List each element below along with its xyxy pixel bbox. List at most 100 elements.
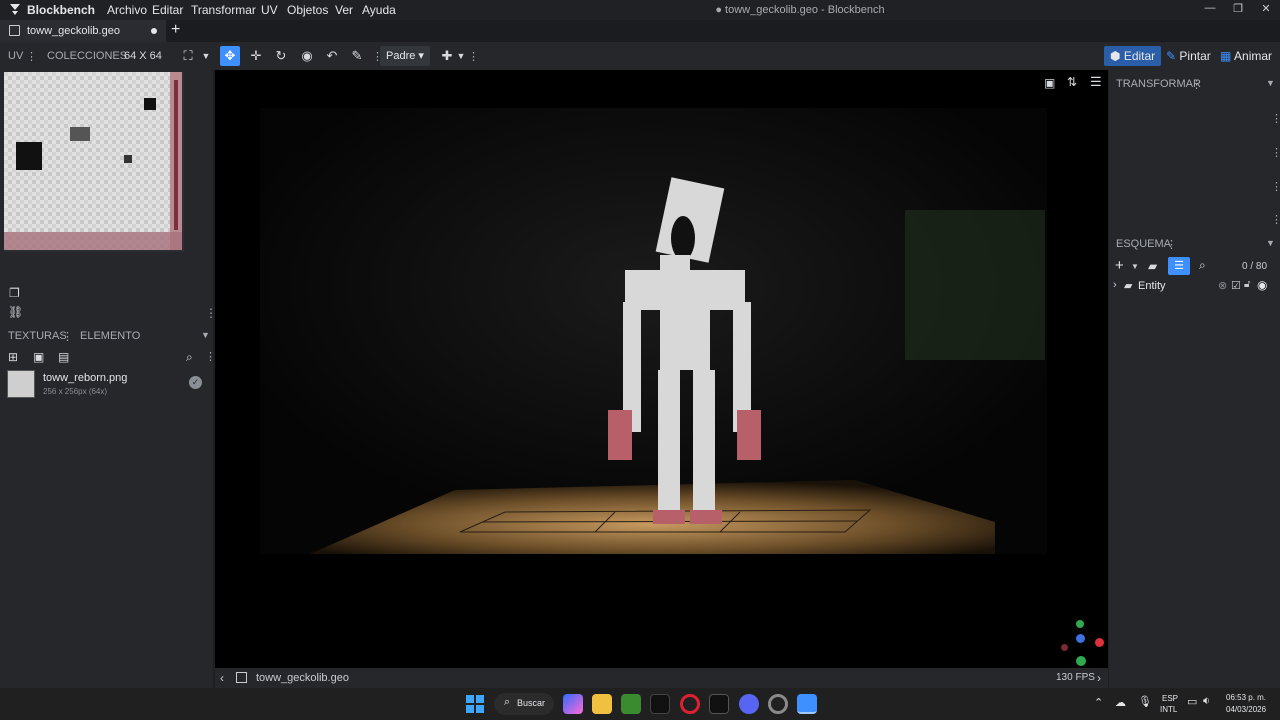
chevron-down-icon[interactable]: ▼ [196, 46, 216, 66]
gizmo-neg-y-dot-icon[interactable] [1076, 656, 1086, 666]
gizmo-neg-x-dot-icon[interactable] [1061, 644, 1068, 651]
toolbar-more-icon-2[interactable]: ⋮ [468, 50, 479, 63]
menu-uv[interactable]: UV [261, 3, 278, 17]
menu-archivo[interactable]: Archivo [107, 3, 147, 17]
transform-more-icon-4[interactable]: ⋮ [1271, 213, 1280, 226]
uv-menu-icon[interactable]: ⋮ [26, 50, 37, 63]
texture-saved-check-icon[interactable]: ✓ [189, 376, 202, 389]
model-file-icon-status [236, 672, 247, 683]
tiktok-icon[interactable] [650, 694, 670, 714]
chrome-icon[interactable] [768, 694, 788, 714]
taskbar-search[interactable]: ⌕ Buscar [494, 693, 554, 715]
outliner-menu-icon[interactable]: ⋮ [1166, 238, 1177, 251]
windows-start-icon[interactable] [465, 694, 485, 714]
outliner-item-entity[interactable]: › ▰ Entity ⊗ ☑ 🔓︎ ◉ [1109, 278, 1280, 296]
tab-element[interactable]: ELEMENTO [80, 330, 140, 342]
texture-name: toww_reborn.png [43, 372, 128, 384]
link-icon[interactable]: ⛓ [8, 305, 23, 319]
chevron-left-icon[interactable]: ‹ [220, 671, 224, 685]
vertex-snap-icon[interactable]: ↶ [322, 46, 342, 66]
mode-paint-button[interactable]: ✎ Pintar [1160, 46, 1217, 66]
transform-more-icon-1[interactable]: ⋮ [1271, 112, 1280, 125]
menu-ayuda[interactable]: Ayuda [362, 3, 396, 17]
outliner-collapse-icon[interactable]: ▼ [1266, 238, 1275, 248]
language-top[interactable]: ESP [1162, 694, 1178, 703]
copy-icon[interactable]: ❐ [9, 286, 20, 300]
transform-collapse-icon[interactable]: ▼ [1266, 78, 1275, 88]
outliner-item-label: Entity [1138, 280, 1166, 292]
show-hidden-icons-chevron-icon[interactable]: ⌃ [1094, 696, 1103, 709]
brush-icon[interactable]: ✎ [347, 46, 367, 66]
network-icon[interactable]: ▭ [1187, 695, 1197, 708]
outliner-search-icon[interactable]: ⌕ [1199, 258, 1206, 273]
onedrive-cloud-icon[interactable]: ☁ [1115, 696, 1126, 709]
copilot-icon[interactable] [563, 694, 583, 714]
export-toggle-icon[interactable]: ⊗ [1218, 279, 1227, 292]
microphone-icon[interactable]: 🎙︎ [1138, 695, 1152, 708]
clock-time[interactable]: 06:53 p. m. [1226, 693, 1266, 702]
minecraft-icon[interactable] [621, 694, 641, 714]
blockbench-taskbar-icon[interactable] [797, 694, 817, 714]
mode-edit-button[interactable]: ⬢ Editar [1104, 46, 1162, 66]
clock-date[interactable]: 04/03/2026 [1226, 705, 1266, 714]
textures-menu-icon[interactable]: ⋮ [62, 330, 73, 343]
pivot-icon[interactable]: ◉ [297, 46, 317, 66]
taskbar-search-icon: ⌕ [504, 696, 511, 708]
texture-list-item[interactable]: toww_reborn.png 256 x 256px (64x) ✓ [0, 368, 213, 398]
menu-objetos[interactable]: Objetos [287, 3, 328, 17]
file-explorer-icon[interactable] [592, 694, 612, 714]
maximize-icon[interactable]: ❐ [1230, 2, 1246, 16]
add-element-icon[interactable]: + [1115, 257, 1124, 274]
orientation-gizmo[interactable] [1055, 618, 1105, 668]
visibility-check-icon[interactable]: ☑ [1231, 279, 1241, 292]
viewport-menu-icon[interactable]: ☰ [1090, 74, 1102, 90]
edit-mode-label: Editar [1123, 49, 1156, 63]
toggle-outliner-view-icon[interactable]: ☰ [1168, 257, 1190, 275]
expand-chevron-icon[interactable]: › [1113, 279, 1117, 291]
3d-viewport[interactable]: ▣ ⇅ ☰ [215, 70, 1108, 668]
collections-label[interactable]: COLECCIONES [47, 50, 127, 62]
toolbar: UV ⋮ COLECCIONES 64 X 64 ⛶ ▼ ✥ ✛ ↻ ◉ ↶ ✎… [0, 42, 1280, 70]
transform-more-icon-3[interactable]: ⋮ [1271, 180, 1280, 193]
pivot-select-value: Padre [386, 50, 416, 62]
chevron-right-icon[interactable]: › [1097, 671, 1101, 685]
transform-menu-icon[interactable]: ⋮ [1191, 78, 1202, 91]
opera-icon[interactable] [680, 694, 700, 714]
tab-file[interactable]: toww_geckolib.geo [0, 20, 166, 42]
discord-icon[interactable] [739, 694, 759, 714]
search-icon[interactable]: ⌕ [186, 350, 193, 365]
add-texture-icon[interactable]: ⊞ [8, 350, 18, 364]
tab-textures[interactable]: TEXTURAS [8, 330, 67, 342]
add-dropdown-icon[interactable]: ▼ [1131, 262, 1139, 271]
rotate-icon[interactable]: ↻ [271, 46, 291, 66]
fullscreen-icon[interactable]: ⛶ [178, 46, 198, 66]
lock-icon[interactable]: 🔓︎ [1244, 279, 1250, 290]
menu-ver[interactable]: Ver [335, 3, 353, 17]
menu-transformar[interactable]: Transformar [191, 3, 256, 17]
mode-animate-button[interactable]: ▦ Animar [1214, 46, 1278, 66]
move-cursor-icon[interactable]: ✥ [220, 46, 240, 66]
capcut-icon[interactable] [709, 694, 729, 714]
pivot-select-button[interactable]: Padre ▾ [380, 46, 430, 66]
minimize-icon[interactable]: — [1202, 2, 1218, 16]
translate-icon[interactable]: ✛ [246, 46, 266, 66]
gizmo-x-dot-icon[interactable] [1095, 638, 1104, 647]
volume-icon[interactable]: 🔉︎ [1203, 695, 1210, 708]
new-tab-icon[interactable]: + [171, 21, 180, 39]
eye-icon[interactable]: ◉ [1257, 278, 1267, 292]
unsaved-dot-icon[interactable] [151, 28, 157, 34]
gizmo-y-dot-icon[interactable] [1076, 620, 1084, 628]
collapse-chevron-icon[interactable]: ▼ [201, 330, 210, 340]
gizmo-z-dot-icon[interactable] [1076, 634, 1085, 643]
transform-title: TRANSFORMAR [1116, 78, 1201, 90]
texture-folder-icon[interactable]: ▤ [58, 350, 69, 364]
view-settings-icon[interactable]: ⇅ [1067, 75, 1077, 89]
transform-more-icon-2[interactable]: ⋮ [1271, 146, 1280, 159]
screenshot-icon[interactable]: ▣ [1044, 76, 1055, 90]
uv-editor-canvas[interactable] [4, 72, 184, 252]
add-group-folder-icon[interactable]: ▰ [1148, 259, 1157, 273]
menu-editar[interactable]: Editar [152, 3, 183, 17]
import-texture-icon[interactable]: ▣ [33, 350, 44, 364]
language-bottom[interactable]: INTL [1160, 705, 1177, 714]
close-icon[interactable]: ✕ [1258, 2, 1274, 16]
